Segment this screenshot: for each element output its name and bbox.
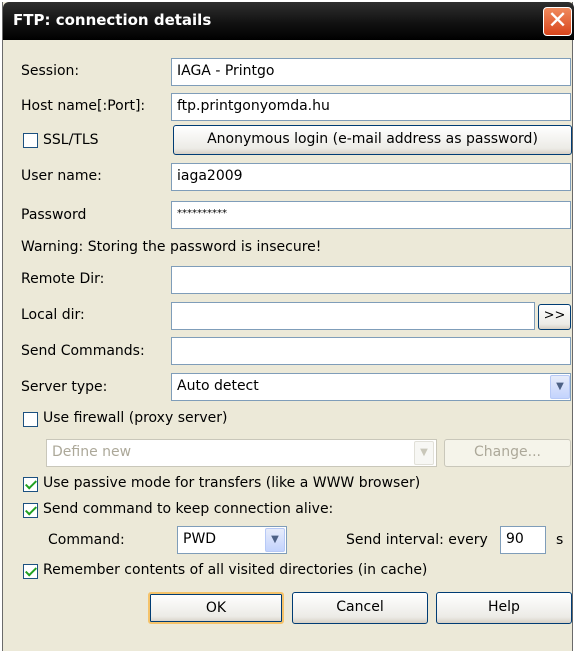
seconds-label: s [556,532,564,548]
close-icon[interactable]: ✕ [543,7,572,36]
interval-input[interactable]: 90 [500,526,546,554]
ssl-label: SSL/TLS [43,132,99,148]
help-button[interactable]: Help [436,592,572,624]
command-label: Command: [48,532,125,548]
passive-label: Use passive mode for transfers (like a W… [43,475,421,491]
user-input[interactable]: iaga2009 [171,163,571,191]
firewall-label: Use firewall (proxy server) [43,410,228,426]
password-warning: Warning: Storing the password is insecur… [21,239,322,255]
remote-dir-input[interactable] [171,266,571,294]
user-label: User name: [21,168,102,184]
session-input[interactable]: IAGA - Printgo [171,58,571,86]
server-type-select[interactable]: Auto detect [171,373,571,401]
password-label: Password [21,207,87,223]
keepalive-checkbox[interactable] [23,503,38,518]
dialog-title: FTP: connection details [13,11,212,29]
browse-button[interactable]: >> [538,304,571,330]
command-value: PWD [183,531,217,547]
password-input[interactable]: ********** [171,201,571,229]
ok-button[interactable]: OK [148,592,284,624]
firewall-value: Define new [52,444,132,460]
remember-checkbox[interactable] [23,564,38,579]
passive-checkbox[interactable] [23,477,38,492]
server-type-label: Server type: [21,379,108,395]
title-bar: FTP: connection details ✕ [3,2,574,40]
firewall-checkbox[interactable] [23,412,38,427]
local-dir-label: Local dir: [21,307,85,323]
anonymous-login-button[interactable]: Anonymous login (e-mail address as passw… [173,125,572,155]
firewall-select[interactable]: Define new [46,439,437,467]
cancel-button[interactable]: Cancel [292,592,428,624]
remote-dir-label: Remote Dir: [21,271,105,287]
host-label: Host name[:Port]: [21,98,146,114]
change-button[interactable]: Change... [444,439,571,467]
session-label: Session: [21,63,80,79]
keepalive-label: Send command to keep connection alive: [43,501,334,517]
chevron-down-icon[interactable]: ▼ [414,441,434,465]
ftp-dialog: FTP: connection details ✕ Session: IAGA … [2,2,574,651]
send-commands-label: Send Commands: [21,343,145,359]
ssl-checkbox[interactable] [23,133,38,148]
server-type-value: Auto detect [177,378,259,394]
remember-label: Remember contents of all visited directo… [43,562,428,578]
chevron-down-icon[interactable]: ▼ [550,375,570,399]
send-interval-label: Send interval: every [346,532,488,548]
chevron-down-icon[interactable]: ▼ [265,528,285,552]
send-commands-input[interactable] [171,337,571,365]
local-dir-input[interactable] [171,302,535,330]
host-input[interactable]: ftp.printgonyomda.hu [171,93,571,121]
